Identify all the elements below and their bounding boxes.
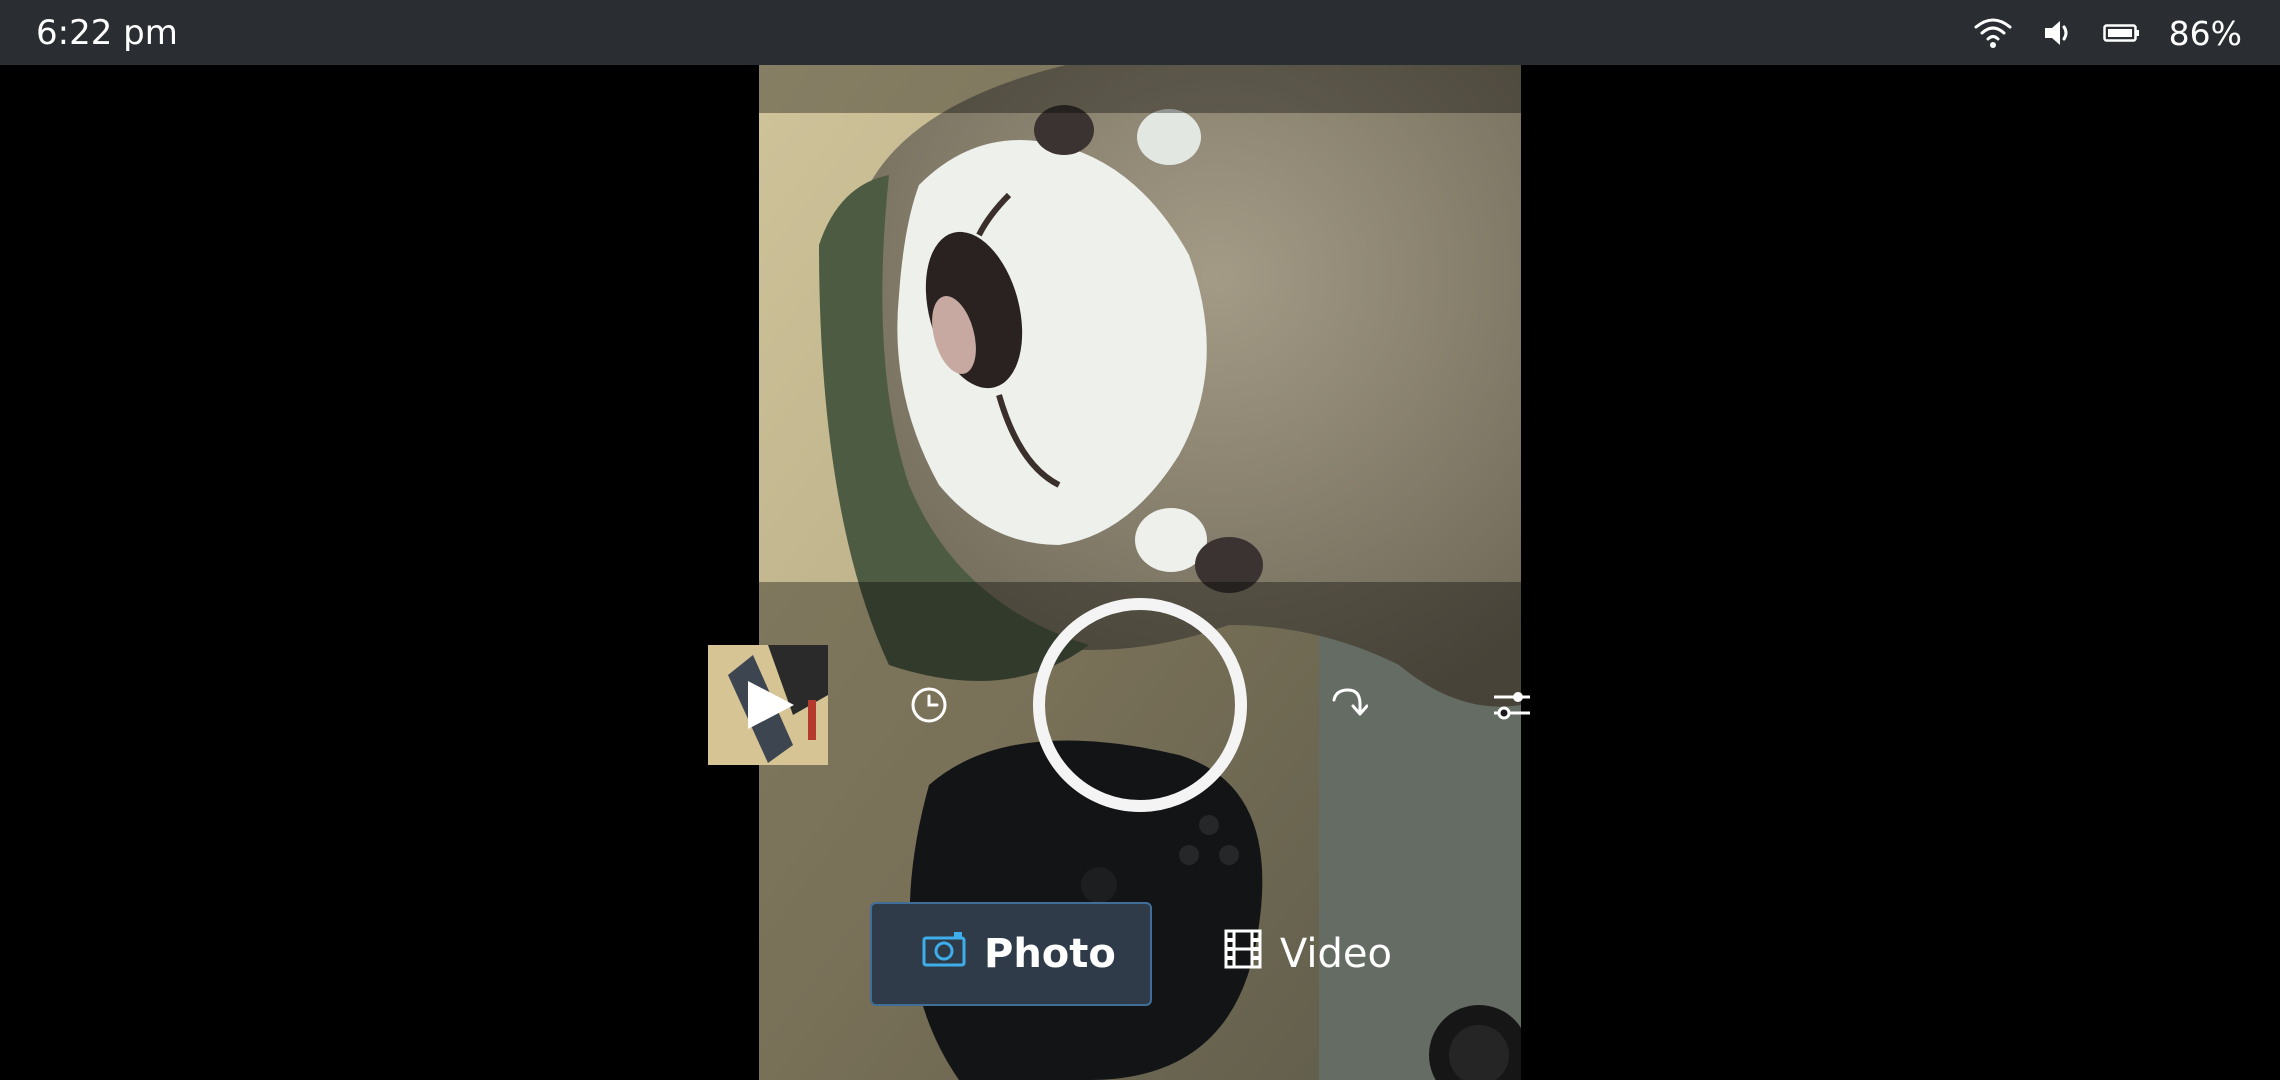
capture-mode-selector: Photo Video [870, 902, 1426, 1006]
photo-mode-button[interactable]: Photo [870, 902, 1152, 1006]
film-icon [1224, 929, 1262, 979]
video-mode-button[interactable]: Video [1152, 902, 1426, 1006]
status-bar: 6:22 pm 86% [0, 0, 2280, 65]
shutter-button[interactable] [1033, 598, 1247, 812]
switch-camera-icon[interactable] [1328, 686, 1369, 729]
photo-mode-label: Photo [984, 931, 1116, 977]
gallery-thumbnail[interactable] [708, 645, 828, 765]
play-icon [748, 681, 794, 729]
settings-sliders-icon[interactable] [1492, 686, 1532, 729]
timer-icon[interactable] [910, 686, 948, 729]
battery-icon[interactable] [2102, 22, 2141, 44]
wifi-icon[interactable] [1973, 15, 2013, 51]
viewfinder-mask-top [759, 65, 1521, 113]
battery-percentage: 86% [2168, 13, 2242, 53]
clock: 6:22 pm [36, 13, 178, 53]
video-mode-label: Video [1279, 931, 1392, 977]
volume-icon[interactable] [2041, 17, 2075, 49]
system-tray: 86% [1973, 12, 2242, 54]
camera-icon [922, 931, 966, 977]
